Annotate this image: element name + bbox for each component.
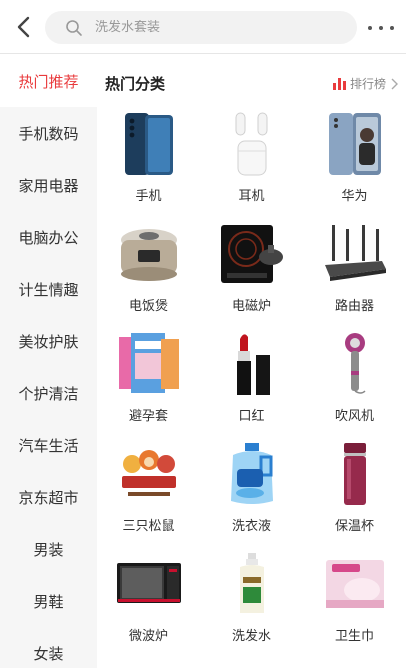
product-cell-induction-cooker[interactable]: 电磁炉: [200, 217, 303, 327]
product-cell-router[interactable]: 路由器: [303, 217, 406, 327]
product-label: 华为: [341, 189, 368, 204]
search-input[interactable]: [95, 20, 335, 35]
product-label: 耳机: [238, 189, 265, 204]
product-label: 口红: [238, 409, 265, 424]
dot-icon: [379, 26, 383, 30]
section-title: 热门分类: [105, 75, 166, 93]
dot-icon: [368, 26, 372, 30]
search-icon: [66, 19, 82, 36]
product-cell-condom[interactable]: 避孕套: [97, 327, 200, 437]
condom-box-icon: [116, 331, 182, 397]
sidebar-item-personal-care[interactable]: 个护清洁: [0, 367, 97, 419]
product-cell-sanitary-pad[interactable]: 卫生巾: [303, 547, 406, 657]
thermos-icon: [322, 441, 388, 507]
product-label: 洗衣液: [231, 519, 271, 534]
product-cell-earbuds[interactable]: 耳机: [200, 107, 303, 217]
category-sidebar: 热门推荐 手机数码 家用电器 电脑办公 计生情趣 美妆护肤 个护清洁 汽车生活 …: [0, 55, 97, 668]
sidebar-item-digital[interactable]: 手机数码: [0, 107, 97, 159]
section-header: 热门分类 排行榜: [105, 69, 398, 97]
product-cell-lipstick[interactable]: 口红: [200, 327, 303, 437]
router-icon: [322, 221, 388, 287]
chevron-right-icon: [391, 78, 398, 89]
sidebar-item-supermarket[interactable]: 京东超市: [0, 471, 97, 523]
hair-dryer-icon: [322, 331, 388, 397]
more-menu-button[interactable]: [368, 18, 394, 38]
induction-cooker-icon: [219, 221, 285, 287]
product-label: 卫生巾: [334, 629, 374, 644]
lipstick-icon: [219, 331, 285, 397]
product-label: 手机: [135, 189, 162, 204]
sidebar-item-family-planning[interactable]: 计生情趣: [0, 263, 97, 315]
sidebar-item-auto[interactable]: 汽车生活: [0, 419, 97, 471]
sanitary-pad-icon: [322, 551, 388, 617]
product-cell-phone[interactable]: 手机: [97, 107, 200, 217]
product-label: 电磁炉: [231, 299, 271, 314]
microwave-icon: [116, 551, 182, 617]
sidebar-item-mens-shoes[interactable]: 男鞋: [0, 575, 97, 627]
product-label: 微波炉: [128, 629, 168, 644]
product-label: 电饭煲: [128, 299, 168, 314]
phone-icon: [116, 111, 182, 177]
product-cell-huawei[interactable]: 华为: [303, 107, 406, 217]
product-cell-shampoo[interactable]: 洗发水: [200, 547, 303, 657]
chevron-left-icon: [17, 16, 30, 38]
sidebar-item-appliances[interactable]: 家用电器: [0, 159, 97, 211]
top-bar: [0, 0, 406, 54]
product-label: 避孕套: [128, 409, 168, 424]
sidebar-item-menswear[interactable]: 男装: [0, 523, 97, 575]
ranking-link[interactable]: 排行榜: [332, 75, 398, 92]
sidebar-item-beauty[interactable]: 美妆护肤: [0, 315, 97, 367]
bar-chart-icon: [332, 77, 346, 90]
three-squirrels-logo: [116, 441, 182, 507]
product-grid: 手机 耳机 华为 电饭煲 电磁炉 路由器 避孕套 口红 吹风机 三只松鼠 洗衣液…: [97, 107, 406, 657]
category-content: 热门分类 排行榜 手机 耳机 华为 电饭煲 电磁炉 路由器 避孕套 口红 吹风机…: [97, 55, 406, 668]
huawei-phone-icon: [322, 111, 388, 177]
sidebar-item-hot[interactable]: 热门推荐: [0, 55, 97, 107]
product-cell-thermos[interactable]: 保温杯: [303, 437, 406, 547]
product-cell-rice-cooker[interactable]: 电饭煲: [97, 217, 200, 327]
product-cell-three-squirrels[interactable]: 三只松鼠: [97, 437, 200, 547]
earbuds-icon: [219, 111, 285, 177]
product-label: 保温杯: [334, 519, 374, 534]
product-cell-detergent[interactable]: 洗衣液: [200, 437, 303, 547]
product-label: 三只松鼠: [122, 519, 175, 534]
product-label: 路由器: [334, 299, 374, 314]
detergent-bottle-icon: [219, 441, 285, 507]
product-label: 吹风机: [334, 409, 374, 424]
rice-cooker-icon: [116, 221, 182, 287]
sidebar-item-womenswear[interactable]: 女装: [0, 627, 97, 668]
shampoo-bottle-icon: [219, 551, 285, 617]
back-button[interactable]: [10, 13, 38, 41]
product-cell-microwave[interactable]: 微波炉: [97, 547, 200, 657]
sidebar-item-computer[interactable]: 电脑办公: [0, 211, 97, 263]
product-cell-hair-dryer[interactable]: 吹风机: [303, 327, 406, 437]
search-box[interactable]: [45, 11, 357, 44]
dot-icon: [390, 26, 394, 30]
product-label: 洗发水: [231, 629, 271, 644]
ranking-label: 排行榜: [349, 77, 386, 91]
